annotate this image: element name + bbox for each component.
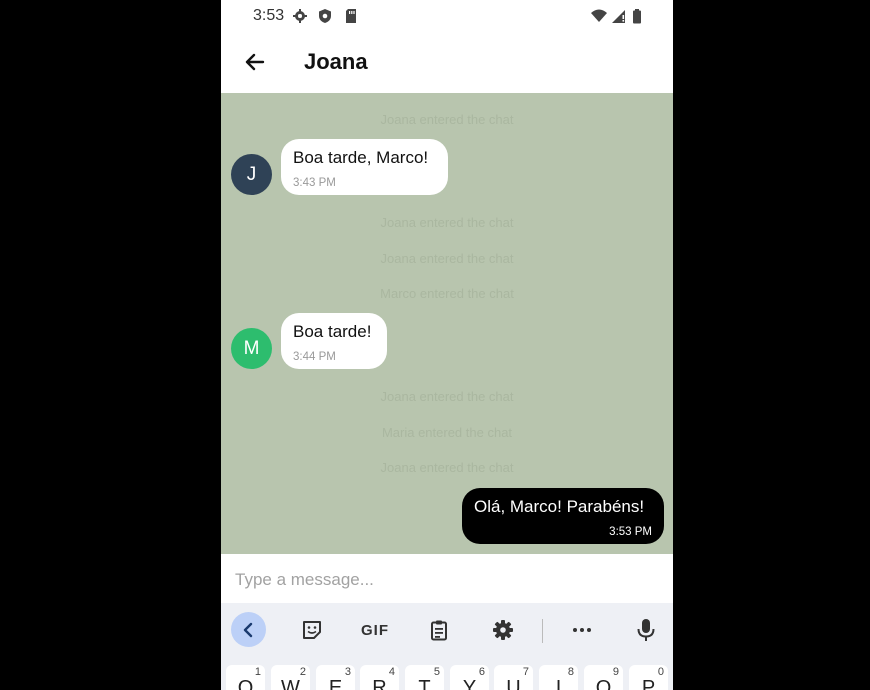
key-hint: 1 — [254, 666, 261, 678]
status-bar: 3:53 — [221, 0, 673, 32]
key-hint: 2 — [299, 666, 306, 678]
system-message: Joana entered the chat — [380, 112, 514, 127]
voice-input-button[interactable] — [629, 613, 663, 647]
message-text: Boa tarde, Marco! — [293, 148, 429, 167]
key-hint: 0 — [657, 666, 664, 678]
key-label: Y — [462, 677, 477, 690]
key-hint: 6 — [478, 666, 485, 678]
collapse-toolbar-button[interactable] — [231, 612, 266, 647]
app-bar: Joana — [221, 32, 673, 93]
message-time: 3:53 PM — [609, 526, 652, 538]
key-label: O — [595, 677, 612, 690]
avatar: M — [231, 328, 272, 369]
keyboard-toolbar: GIF — [221, 603, 673, 658]
system-message: Joana entered the chat — [380, 389, 514, 404]
key-hint: 8 — [567, 666, 574, 678]
gear-icon — [493, 620, 513, 640]
shield-icon — [319, 9, 331, 23]
clipboard-button[interactable] — [422, 613, 456, 647]
key-label: R — [372, 677, 387, 690]
system-message: Joana entered the chat — [380, 215, 514, 230]
more-options-button[interactable] — [565, 613, 599, 647]
message-input[interactable] — [233, 566, 657, 594]
key-label: W — [281, 677, 300, 690]
key-e[interactable]: E3 — [316, 665, 355, 690]
wifi-icon — [591, 9, 607, 22]
key-hint: 4 — [388, 666, 395, 678]
key-o[interactable]: O9 — [584, 665, 623, 690]
system-message: Marco entered the chat — [380, 286, 514, 301]
key-p[interactable]: P0 — [629, 665, 668, 690]
avatar: J — [231, 154, 272, 195]
message-text: Boa tarde! — [293, 322, 372, 341]
key-hint: 5 — [433, 666, 440, 678]
key-t[interactable]: T5 — [405, 665, 444, 690]
message-bubble: Boa tarde, Marco! 3:43 PM — [281, 139, 448, 195]
message-bubble: Boa tarde! 3:44 PM — [281, 313, 387, 369]
gif-label: GIF — [361, 621, 389, 639]
key-label: I — [555, 677, 562, 690]
key-w[interactable]: W2 — [271, 665, 310, 690]
key-i[interactable]: I8 — [539, 665, 578, 690]
message-text: Olá, Marco! Parabéns! — [474, 497, 645, 516]
sticker-button[interactable] — [295, 613, 329, 647]
signal-icon — [612, 10, 625, 23]
own-message-bubble: Olá, Marco! Parabéns! 3:53 PM — [462, 488, 664, 544]
system-message: Joana entered the chat — [380, 251, 514, 266]
keyboard-settings-button[interactable] — [486, 613, 520, 647]
key-label: P — [641, 677, 656, 690]
battery-icon — [633, 9, 641, 24]
keyboard-keys: Q1 W2 E3 R4 T5 Y6 U7 I8 O9 P0 — [221, 658, 673, 690]
message-time: 3:44 PM — [293, 351, 336, 363]
gif-button[interactable]: GIF — [357, 613, 393, 647]
phone-screen: 3:53 Joana Joana entered the chat J Boa … — [221, 0, 673, 690]
sticker-icon — [303, 621, 321, 639]
status-time: 3:53 — [253, 7, 285, 24]
message-time: 3:43 PM — [293, 177, 336, 189]
system-message: Joana entered the chat — [380, 460, 514, 475]
key-label: Q — [237, 677, 254, 690]
key-u[interactable]: U7 — [494, 665, 533, 690]
key-r[interactable]: R4 — [360, 665, 399, 690]
chat-area: Joana entered the chat J Boa tarde, Marc… — [221, 93, 673, 554]
sd-card-icon — [346, 9, 356, 23]
system-message: Maria entered the chat — [381, 425, 513, 440]
clipboard-icon — [431, 620, 447, 641]
toolbar-divider — [542, 619, 543, 643]
microphone-icon — [637, 619, 655, 641]
key-label: U — [506, 677, 521, 690]
back-arrow-icon[interactable] — [241, 48, 269, 76]
chat-title: Joana — [304, 49, 368, 74]
key-label: E — [328, 677, 343, 690]
key-label: T — [418, 677, 431, 690]
key-hint: 3 — [344, 666, 351, 678]
chevron-left-icon — [243, 622, 252, 637]
key-y[interactable]: Y6 — [450, 665, 489, 690]
more-dots-icon — [573, 628, 591, 632]
key-q[interactable]: Q1 — [226, 665, 265, 690]
key-hint: 9 — [612, 666, 619, 678]
settings-icon — [293, 9, 307, 23]
message-composer — [221, 554, 673, 603]
key-hint: 7 — [522, 666, 529, 678]
